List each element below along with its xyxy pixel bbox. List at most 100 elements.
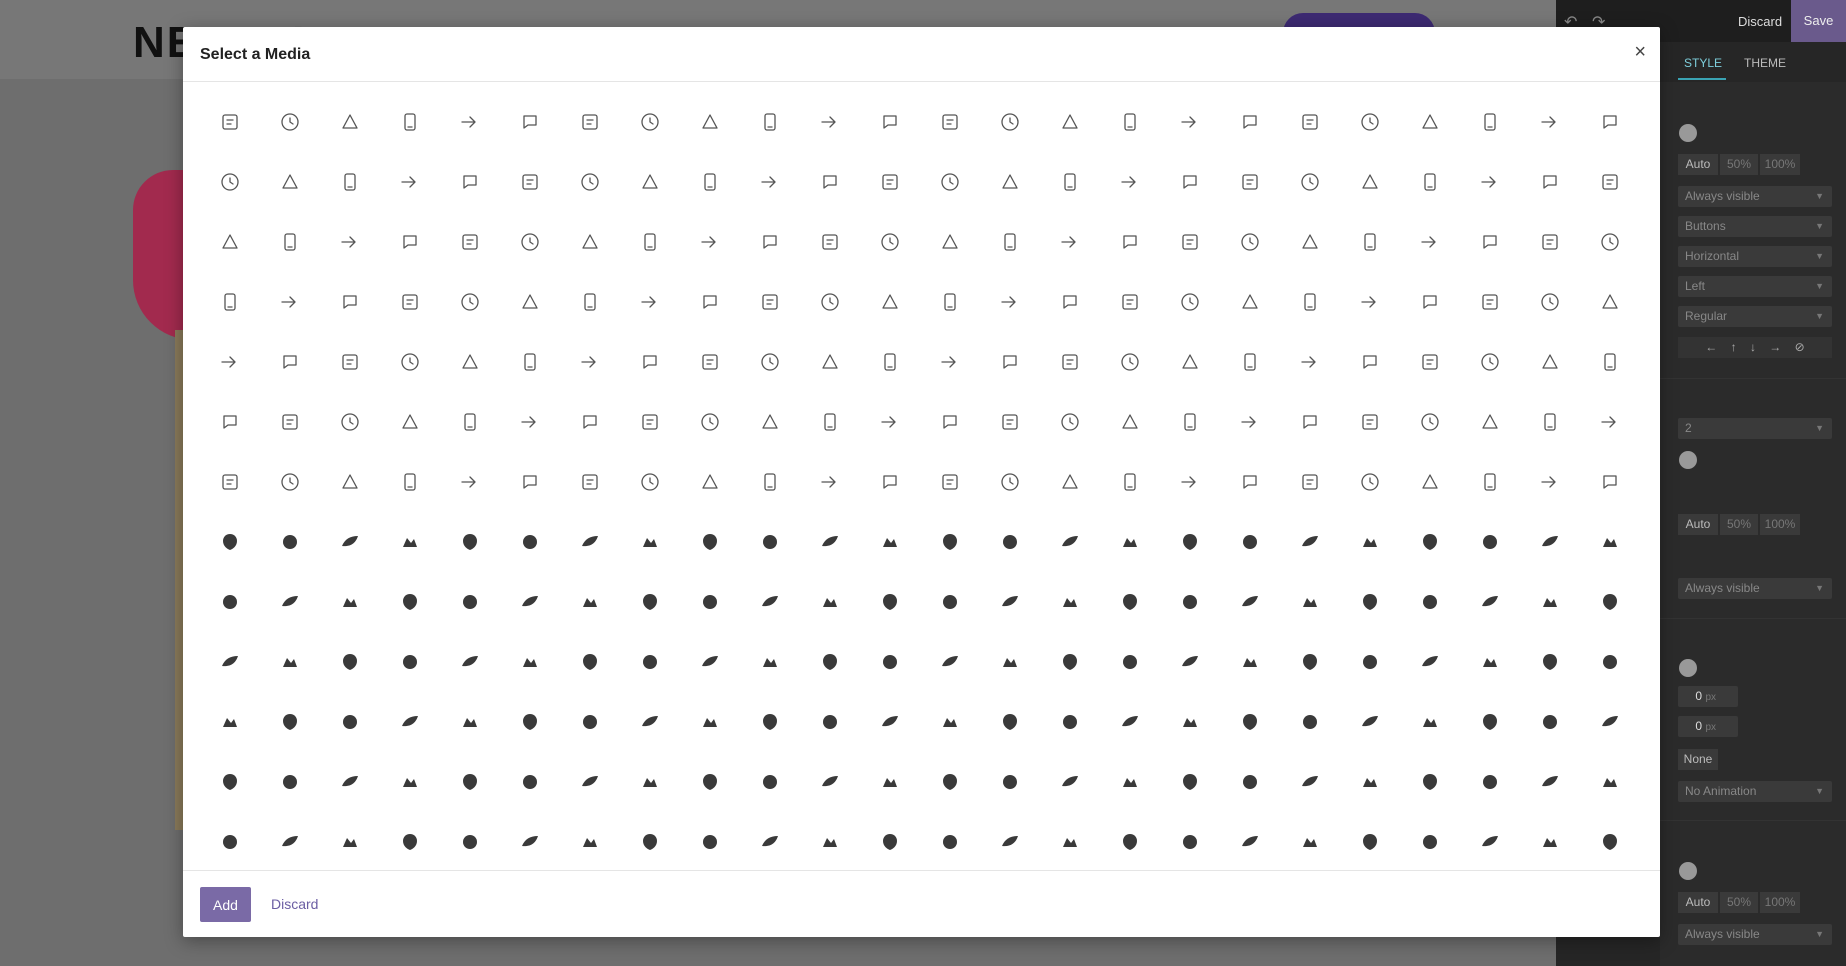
plane-icon[interactable] [800, 212, 860, 272]
parrot-icon[interactable] [860, 752, 920, 812]
skull-icon[interactable] [1340, 512, 1400, 572]
map-pin-icon[interactable] [740, 392, 800, 452]
butterfly-icon[interactable] [1220, 572, 1280, 632]
bell-icon[interactable] [500, 392, 560, 452]
syringe-icon[interactable] [1400, 212, 1460, 272]
dashboard-icon[interactable] [1580, 332, 1640, 392]
fast-food-icon[interactable] [620, 92, 680, 152]
squirrel-icon[interactable] [980, 812, 1040, 870]
info-icon[interactable] [380, 152, 440, 212]
octopus-icon[interactable] [500, 752, 560, 812]
spacing-input-top[interactable]: 0 px [1678, 686, 1738, 707]
lion-head-icon[interactable] [200, 752, 260, 812]
bicycle-icon[interactable] [860, 332, 920, 392]
camel-icon[interactable] [1340, 572, 1400, 632]
brain-solid-icon[interactable] [1280, 632, 1340, 692]
cow-head-icon[interactable] [440, 632, 500, 692]
bird-icon[interactable] [920, 572, 980, 632]
target-icon[interactable] [860, 212, 920, 272]
panda-icon[interactable] [740, 752, 800, 812]
pie-chart-icon[interactable] [740, 452, 800, 512]
ice-cream-icon[interactable] [1160, 92, 1220, 152]
basket-icon[interactable] [260, 272, 320, 332]
tv-icon[interactable] [920, 92, 980, 152]
mobile-icon[interactable] [1100, 92, 1160, 152]
evil-eye-icon[interactable] [260, 512, 320, 572]
briefcase-icon[interactable] [860, 452, 920, 512]
horse-head-icon[interactable] [1160, 692, 1220, 752]
apple-icon[interactable] [380, 92, 440, 152]
pig-icon[interactable] [1280, 752, 1340, 812]
panda-sitting-icon[interactable] [800, 752, 860, 812]
rat-icon[interactable] [260, 812, 320, 870]
bottle-tall-icon[interactable] [440, 212, 500, 272]
width-auto-option-2[interactable]: Auto [1678, 514, 1718, 535]
megaphone-icon[interactable] [680, 272, 740, 332]
timer-icon[interactable] [260, 332, 320, 392]
sun-icon[interactable] [1220, 512, 1280, 572]
crown-solid-icon[interactable] [1460, 452, 1520, 512]
stopwatch-icon[interactable] [1040, 212, 1100, 272]
skull-crossbones-icon[interactable] [1280, 512, 1340, 572]
pangolin-icon[interactable] [740, 692, 800, 752]
archive-icon[interactable] [1160, 212, 1220, 272]
lock-open-icon[interactable] [860, 392, 920, 452]
eye-icon[interactable] [320, 452, 380, 512]
chain-icon[interactable] [740, 272, 800, 332]
sign-in-icon[interactable] [980, 152, 1040, 212]
seahorse-icon[interactable] [860, 572, 920, 632]
width-50-option-3[interactable]: 50% [1720, 892, 1758, 913]
id-card-icon[interactable] [260, 152, 320, 212]
visibility-select-2[interactable]: Always visible ▼ [1678, 578, 1832, 599]
arrow-controls[interactable]: ← ↑ ↓ → ⊘ [1678, 337, 1832, 358]
share-icon[interactable] [920, 152, 980, 212]
iron-icon[interactable] [1400, 512, 1460, 572]
triskelion-icon[interactable] [1580, 512, 1640, 572]
width-50-option[interactable]: 50% [1720, 154, 1758, 175]
globe-hands-icon[interactable] [860, 512, 920, 572]
film-icon[interactable] [1040, 392, 1100, 452]
money-icon[interactable] [1220, 152, 1280, 212]
goat-icon[interactable] [680, 692, 740, 752]
link-icon[interactable] [920, 212, 980, 272]
fox-head-icon[interactable] [380, 692, 440, 752]
add-button[interactable]: Add [200, 887, 251, 922]
newspaper-icon[interactable] [980, 332, 1040, 392]
seahorse-solid-icon[interactable] [380, 812, 440, 870]
calendar-icon[interactable] [980, 452, 1040, 512]
editor-save-button[interactable]: Save [1791, 0, 1846, 42]
area-chart-icon[interactable] [200, 212, 260, 272]
shrimp-solid-icon[interactable] [500, 812, 560, 870]
weight-select[interactable]: Regular ▼ [1678, 306, 1832, 327]
fish-alt-icon[interactable] [1580, 632, 1640, 692]
dove-icon[interactable] [1400, 752, 1460, 812]
inbox-icon[interactable] [1520, 272, 1580, 332]
mouse-icon[interactable] [620, 272, 680, 332]
laptop-icon[interactable] [1580, 92, 1640, 152]
camera-icon[interactable] [440, 452, 500, 512]
visibility-select[interactable]: Always visible ▼ [1678, 186, 1832, 207]
paw-icon[interactable] [1040, 752, 1100, 812]
envelope-solid-icon[interactable] [380, 572, 440, 632]
battery-icon[interactable] [260, 92, 320, 152]
pill-icon[interactable] [200, 272, 260, 332]
broken-heart-icon[interactable] [740, 512, 800, 572]
shield-solid-icon[interactable] [1160, 512, 1220, 572]
frog-sitting-icon[interactable] [440, 692, 500, 752]
spiral-icon[interactable] [1520, 452, 1580, 512]
monkey-face-icon[interactable] [440, 752, 500, 812]
tortoise-icon[interactable] [1160, 812, 1220, 870]
feather-icon[interactable] [200, 572, 260, 632]
prawn-icon[interactable] [560, 812, 620, 870]
anteater-icon[interactable] [1460, 692, 1520, 752]
corkscrew-icon[interactable] [1400, 152, 1460, 212]
turtle-icon[interactable] [1100, 752, 1160, 812]
bird-flying-icon[interactable] [1160, 632, 1220, 692]
cutlery-icon[interactable] [860, 152, 920, 212]
image-icon[interactable] [800, 392, 860, 452]
worm-icon[interactable] [860, 812, 920, 870]
car-icon[interactable] [680, 332, 740, 392]
battery-full-icon[interactable] [500, 92, 560, 152]
news-icon[interactable] [920, 452, 980, 512]
forward-icon[interactable] [680, 152, 740, 212]
